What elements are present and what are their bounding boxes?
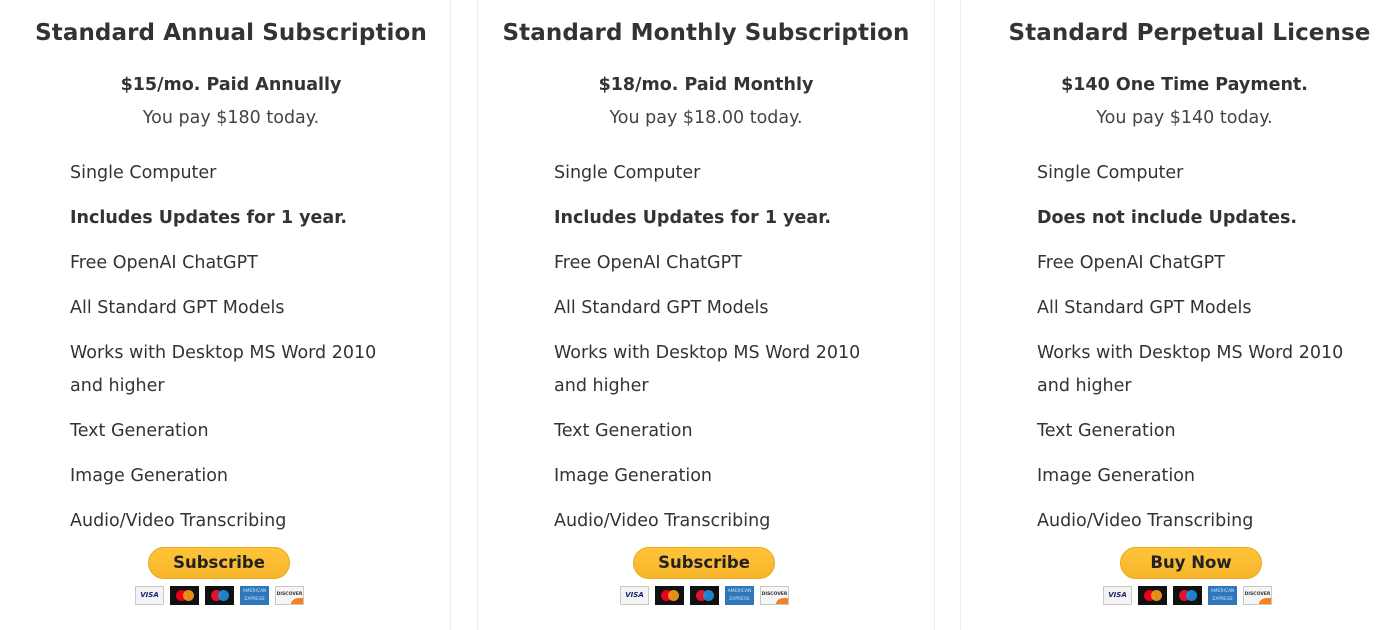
- feature-item: All Standard GPT Models: [70, 298, 285, 318]
- plan-title: Standard Perpetual License: [1008, 20, 1371, 46]
- plan-title: Standard Monthly Subscription: [502, 20, 910, 46]
- feature-item: Free OpenAI ChatGPT: [1037, 253, 1225, 273]
- plan-perpetual: Standard Perpetual License $140 One Time…: [960, 0, 1396, 630]
- payment-cards: VISA AMERICAN EXPRESS DISCOVER: [620, 586, 789, 605]
- mastercard-icon: [170, 586, 199, 605]
- discover-icon: DISCOVER: [760, 586, 789, 605]
- amex-icon: AMERICAN EXPRESS: [1208, 586, 1237, 605]
- visa-icon: VISA: [1103, 586, 1132, 605]
- plan-pay-today: You pay $140 today.: [1096, 108, 1273, 128]
- feature-list: Single Computer Does not include Updates.…: [1037, 157, 1387, 550]
- feature-item: Single Computer: [70, 163, 217, 183]
- feature-item: Includes Updates for 1 year.: [70, 208, 348, 228]
- feature-item: Free OpenAI ChatGPT: [70, 253, 258, 273]
- plan-price: $15/mo. Paid Annually: [120, 75, 342, 95]
- subscribe-button[interactable]: Subscribe: [148, 547, 290, 579]
- feature-item: Audio/Video Transcribing: [554, 511, 771, 531]
- visa-icon: VISA: [135, 586, 164, 605]
- payment-cards: VISA AMERICAN EXPRESS DISCOVER: [135, 586, 304, 605]
- mastercard-icon: [655, 586, 684, 605]
- discover-icon: DISCOVER: [275, 586, 304, 605]
- feature-item: Single Computer: [554, 163, 701, 183]
- feature-list: Single Computer Includes Updates for 1 ye…: [554, 157, 914, 550]
- discover-icon: DISCOVER: [1243, 586, 1272, 605]
- amex-icon: AMERICAN EXPRESS: [240, 586, 269, 605]
- feature-item: Text Generation: [70, 421, 209, 441]
- plan-title: Standard Annual Subscription: [35, 20, 427, 46]
- maestro-icon: [690, 586, 719, 605]
- plan-annual: Standard Annual Subscription $15/mo. Pai…: [0, 0, 451, 630]
- plan-monthly: Standard Monthly Subscription $18/mo. Pa…: [477, 0, 935, 630]
- feature-item: Audio/Video Transcribing: [1037, 511, 1254, 531]
- plan-pay-today: You pay $18.00 today.: [609, 108, 803, 128]
- mastercard-icon: [1138, 586, 1167, 605]
- maestro-icon: [1173, 586, 1202, 605]
- amex-icon: AMERICAN EXPRESS: [725, 586, 754, 605]
- feature-item: Works with Desktop MS Word 2010 and high…: [1037, 343, 1344, 396]
- feature-item: Image Generation: [70, 466, 228, 486]
- feature-item: Text Generation: [554, 421, 693, 441]
- plan-price: $140 One Time Payment.: [1061, 75, 1308, 95]
- plan-price: $18/mo. Paid Monthly: [598, 75, 814, 95]
- feature-item: Works with Desktop MS Word 2010 and high…: [70, 343, 377, 396]
- plan-pay-today: You pay $180 today.: [142, 108, 320, 128]
- feature-item: Works with Desktop MS Word 2010 and high…: [554, 343, 861, 396]
- feature-list: Single Computer Includes Updates for 1 ye…: [70, 157, 430, 550]
- buy-now-button[interactable]: Buy Now: [1120, 547, 1262, 579]
- feature-item: All Standard GPT Models: [1037, 298, 1252, 318]
- subscribe-button[interactable]: Subscribe: [633, 547, 775, 579]
- feature-item: Free OpenAI ChatGPT: [554, 253, 742, 273]
- feature-item: Single Computer: [1037, 163, 1184, 183]
- feature-item: Image Generation: [1037, 466, 1195, 486]
- visa-icon: VISA: [620, 586, 649, 605]
- feature-item: All Standard GPT Models: [554, 298, 769, 318]
- maestro-icon: [205, 586, 234, 605]
- feature-item: Image Generation: [554, 466, 712, 486]
- feature-item: Text Generation: [1037, 421, 1176, 441]
- feature-item: Includes Updates for 1 year.: [554, 208, 832, 228]
- feature-item: Does not include Updates.: [1037, 208, 1298, 228]
- feature-item: Audio/Video Transcribing: [70, 511, 287, 531]
- payment-cards: VISA AMERICAN EXPRESS DISCOVER: [1103, 586, 1272, 605]
